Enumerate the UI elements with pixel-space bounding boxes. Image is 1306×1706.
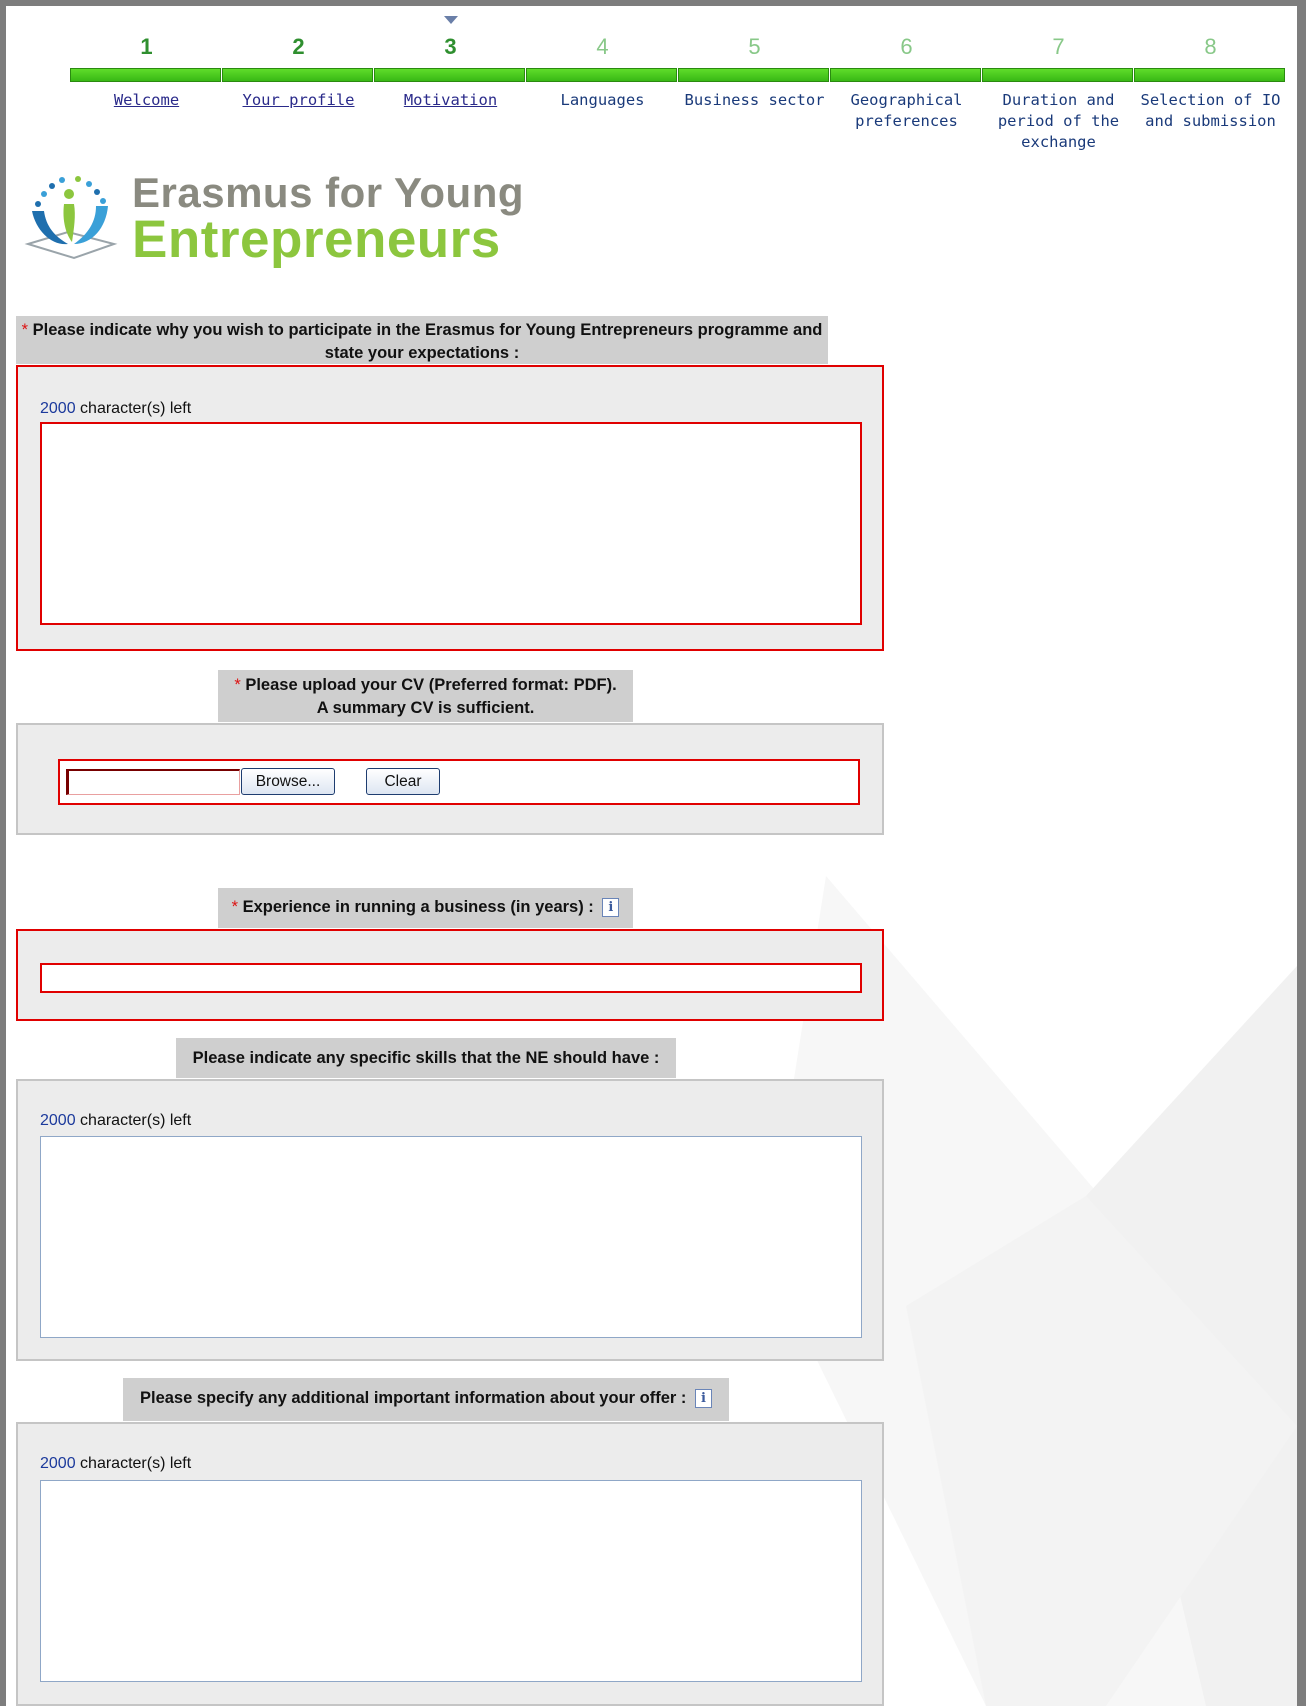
step-link-welcome[interactable]: Welcome [70,90,223,111]
step-progress-bar [526,68,677,82]
step-progress-bar [678,68,829,82]
step-number: 2 [292,34,305,59]
logo-text-line2: Entrepreneurs [132,210,501,269]
step-label-languages: Languages [560,91,645,109]
skills-char-counter: 2000 character(s) left [40,1112,191,1130]
step-progress-bar [222,68,373,82]
cv-section-header: * Please upload your CV (Preferred forma… [218,670,633,722]
step-number: 3 [444,34,457,59]
motivation-char-counter: 2000 character(s) left [40,400,191,418]
step-progress-bar [1134,68,1285,82]
cv-file-input[interactable] [66,769,240,795]
step-label-duration: Duration and period of the exchange [997,91,1120,151]
chars-left-count: 2000 [40,400,76,417]
additional-info-section-box: 2000 character(s) left [16,1422,884,1706]
step-number: 7 [1052,34,1065,59]
additional-info-section-header: Please specify any additional important … [123,1378,729,1421]
clear-button[interactable]: Clear [366,768,440,795]
browse-button[interactable]: Browse... [241,768,335,795]
skills-textarea[interactable] [40,1136,862,1338]
step-progress-bar [70,68,221,82]
required-marker: * [234,676,241,694]
step-number: 5 [748,34,761,59]
step-number: 6 [900,34,913,59]
logo-emblem-icon [24,176,118,260]
additional-info-section-title: Please specify any additional important … [139,1389,687,1407]
chars-left-label: character(s) left [75,400,192,417]
step-label-business-sector: Business sector [684,91,825,109]
step-progress-bar [374,68,525,82]
experience-years-input[interactable] [40,963,862,993]
skills-section-box: 2000 character(s) left [16,1079,884,1361]
cv-upload-row: Browse... Clear [58,759,860,805]
page-frame: 1 Welcome 2 Your profile 3 Motivation 4 … [6,6,1297,1706]
chars-left-count: 2000 [40,1455,76,1472]
experience-section-header: * Experience in running a business (in y… [218,888,633,928]
step-number: 8 [1204,34,1217,59]
info-icon[interactable]: i [695,1389,712,1409]
experience-section-title: Experience in running a business (in yea… [242,898,594,916]
step-label-selection-submission: Selection of IO and submission [1140,91,1281,130]
step-number: 4 [596,34,609,59]
step-progress-bar [982,68,1133,82]
additional-info-textarea[interactable] [40,1480,862,1682]
motivation-section-title: Please indicate why you wish to particip… [32,321,823,362]
cv-section-title-line2: A summary CV is sufficient. [316,699,535,717]
skills-section-header: Please indicate any specific skills that… [176,1038,676,1078]
programme-logo: Erasmus for Young Entrepreneurs [22,161,524,271]
required-marker: * [21,321,29,339]
cv-section-title-line1: Please upload your CV (Preferred format:… [245,676,617,694]
skills-section-title: Please indicate any specific skills that… [192,1049,660,1067]
experience-section-box [16,929,884,1021]
step-number: 1 [140,34,153,59]
motivation-textarea[interactable] [40,422,862,625]
step-link-motivation[interactable]: Motivation [374,90,527,111]
required-marker: * [231,898,239,916]
chars-left-count: 2000 [40,1112,76,1129]
additional-char-counter: 2000 character(s) left [40,1455,191,1473]
motivation-section-box: 2000 character(s) left [16,365,884,651]
step-link-your-profile[interactable]: Your profile [222,90,375,111]
chars-left-label: character(s) left [75,1112,192,1129]
info-icon[interactable]: i [602,898,620,918]
step-label-geographical-preferences: Geographical preferences [850,91,963,130]
cv-section-box: Browse... Clear [16,723,884,835]
step-progress-bar [830,68,981,82]
motivation-section-header: * Please indicate why you wish to partic… [16,316,828,364]
wizard-stepper: 1 Welcome 2 Your profile 3 Motivation 4 … [70,6,1297,156]
chars-left-label: character(s) left [75,1455,192,1472]
